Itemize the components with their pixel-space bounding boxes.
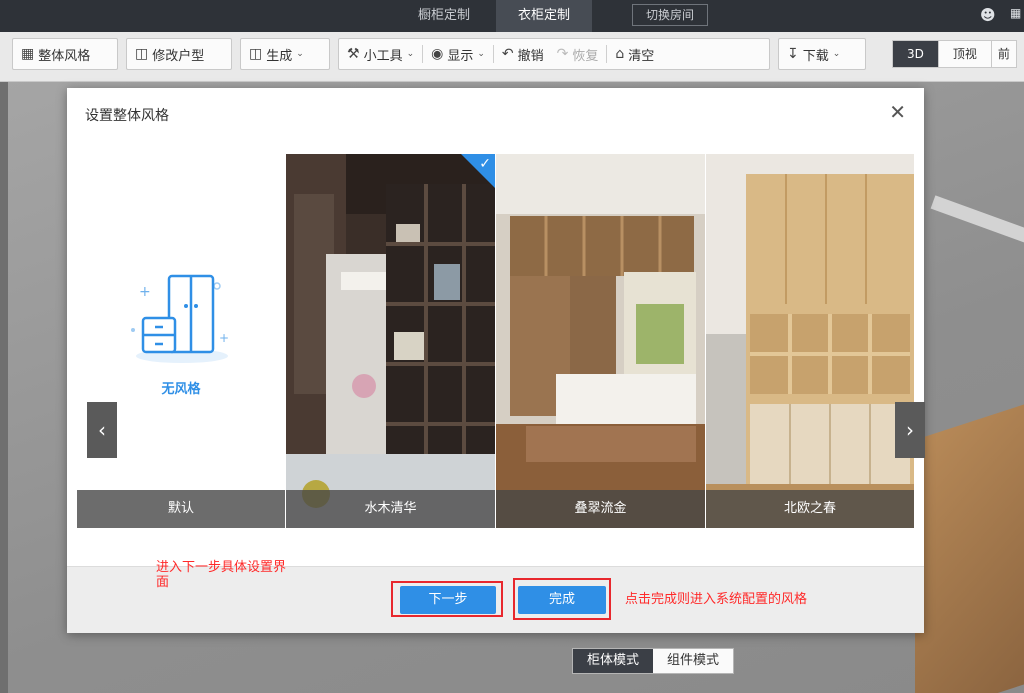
card-label: 北欧之春 — [706, 490, 914, 528]
download-button[interactable]: ↧ 下载 ⌄ — [778, 38, 866, 70]
scene-plank — [930, 195, 1024, 243]
wardrobe-icon: + + — [131, 274, 229, 363]
style-thumbnail — [286, 154, 495, 528]
chevron-down-icon: ⌄ — [406, 49, 415, 59]
tool-group: ⚒ 小工具 ⌄ ◉ 显示 ⌄ ↶ 撤销 ↷ 恢复 ⌂ 清空 — [338, 38, 770, 70]
card-label: 水木清华 — [286, 490, 495, 528]
style-thumbnail — [496, 154, 705, 528]
style-carousel: + + 无风格 默认 ✓ 水木清华 叠翠流金 北欧之春 ‹ › — [77, 154, 925, 528]
edit-floorplan-button[interactable]: ◫ 修改户型 — [126, 38, 232, 70]
finish-button[interactable]: 完成 — [518, 586, 606, 614]
divider — [492, 45, 494, 63]
chevron-down-icon: ⌄ — [296, 49, 304, 59]
wrench-icon: ⚒ — [347, 46, 360, 62]
view-front-button[interactable]: 前 — [992, 41, 1016, 67]
view-3d-button[interactable]: 3D — [893, 41, 939, 67]
user-icon[interactable]: ☻ — [980, 6, 996, 24]
display-button[interactable]: 显示 — [447, 45, 473, 64]
dialog-title: 设置整体风格 — [85, 108, 169, 124]
card-label: 叠翠流金 — [496, 490, 705, 528]
carousel-next-button[interactable]: › — [895, 402, 925, 458]
panel-icon: ◫ — [249, 46, 263, 62]
overall-style-button[interactable]: ▦ 整体风格 — [12, 38, 118, 70]
next-step-button[interactable]: 下一步 — [400, 586, 496, 614]
undo-button[interactable]: 撤销 — [518, 45, 544, 64]
chevron-down-icon: ⌄ — [832, 49, 841, 59]
check-icon: ✓ — [479, 156, 491, 172]
trash-icon: ⌂ — [615, 46, 625, 62]
wall — [0, 82, 8, 693]
chevron-left-icon: ‹ — [98, 418, 106, 442]
toolbar: ▦ 整体风格 ◫ 修改户型 ◫ 生成 ⌄ ⚒ 小工具 ⌄ ◉ 显示 ⌄ ↶ 撤销 ↷ 恢复 ⌂ 清空 … — [0, 32, 1024, 82]
no-style-label: 无风格 — [161, 382, 201, 397]
carousel-prev-button[interactable]: ‹ — [87, 402, 117, 458]
svg-text:+: + — [219, 331, 229, 345]
component-mode-button[interactable]: 组件模式 — [653, 649, 733, 673]
svg-text:+: + — [139, 284, 151, 300]
cabinet-mode-button[interactable]: 柜体模式 — [573, 649, 654, 673]
view-switcher: 3D 顶视 前 — [892, 40, 1017, 68]
menu-icon[interactable]: ▦ — [1010, 6, 1021, 20]
redo-button[interactable]: 恢复 — [572, 45, 598, 64]
tab-wardrobe-custom[interactable]: 衣柜定制 — [496, 0, 592, 32]
eye-icon: ◉ — [431, 46, 444, 62]
download-icon: ↧ — [787, 46, 799, 62]
chevron-right-icon: › — [906, 418, 914, 442]
style-card-default[interactable]: + + 无风格 默认 — [77, 154, 285, 528]
tab-cabinet-custom[interactable]: 橱柜定制 — [398, 0, 490, 32]
switch-room-button[interactable]: 切换房间 — [632, 4, 708, 26]
clear-button[interactable]: 清空 — [628, 45, 654, 64]
style-card-shuimu[interactable]: ✓ 水木清华 — [286, 154, 495, 528]
grid-icon: ▦ — [21, 46, 35, 62]
divider — [422, 45, 424, 63]
scene-floor — [915, 404, 1024, 693]
undo-icon: ↶ — [501, 46, 514, 62]
close-icon[interactable]: ✕ — [889, 102, 906, 122]
mode-switcher: 柜体模式 组件模式 — [572, 648, 735, 674]
redo-icon: ↷ — [556, 46, 569, 62]
style-dialog: 设置整体风格 ✕ + + 无风格 默认 ✓ 水木清华 叠翠流金 北欧之春 ‹ ›… — [67, 88, 925, 633]
generate-button[interactable]: ◫ 生成 ⌄ — [240, 38, 330, 70]
divider — [606, 45, 608, 63]
chevron-down-icon: ⌄ — [477, 49, 485, 59]
style-card-beiou[interactable]: 北欧之春 — [706, 154, 914, 528]
view-top-button[interactable]: 顶视 — [939, 41, 992, 67]
tools-button[interactable]: 小工具 — [364, 45, 403, 64]
floorplan-icon: ◫ — [135, 46, 149, 62]
annotation-finish: 点击完成则进入系统配置的风格 — [625, 592, 808, 607]
style-card-diecui[interactable]: 叠翠流金 — [496, 154, 705, 528]
top-nav: 橱柜定制 衣柜定制 切换房间 ☻ ▦ — [0, 0, 1024, 32]
card-label: 默认 — [77, 490, 285, 528]
style-thumbnail — [706, 154, 914, 528]
annotation-next: 进入下一步具体设置界面 — [156, 560, 287, 590]
